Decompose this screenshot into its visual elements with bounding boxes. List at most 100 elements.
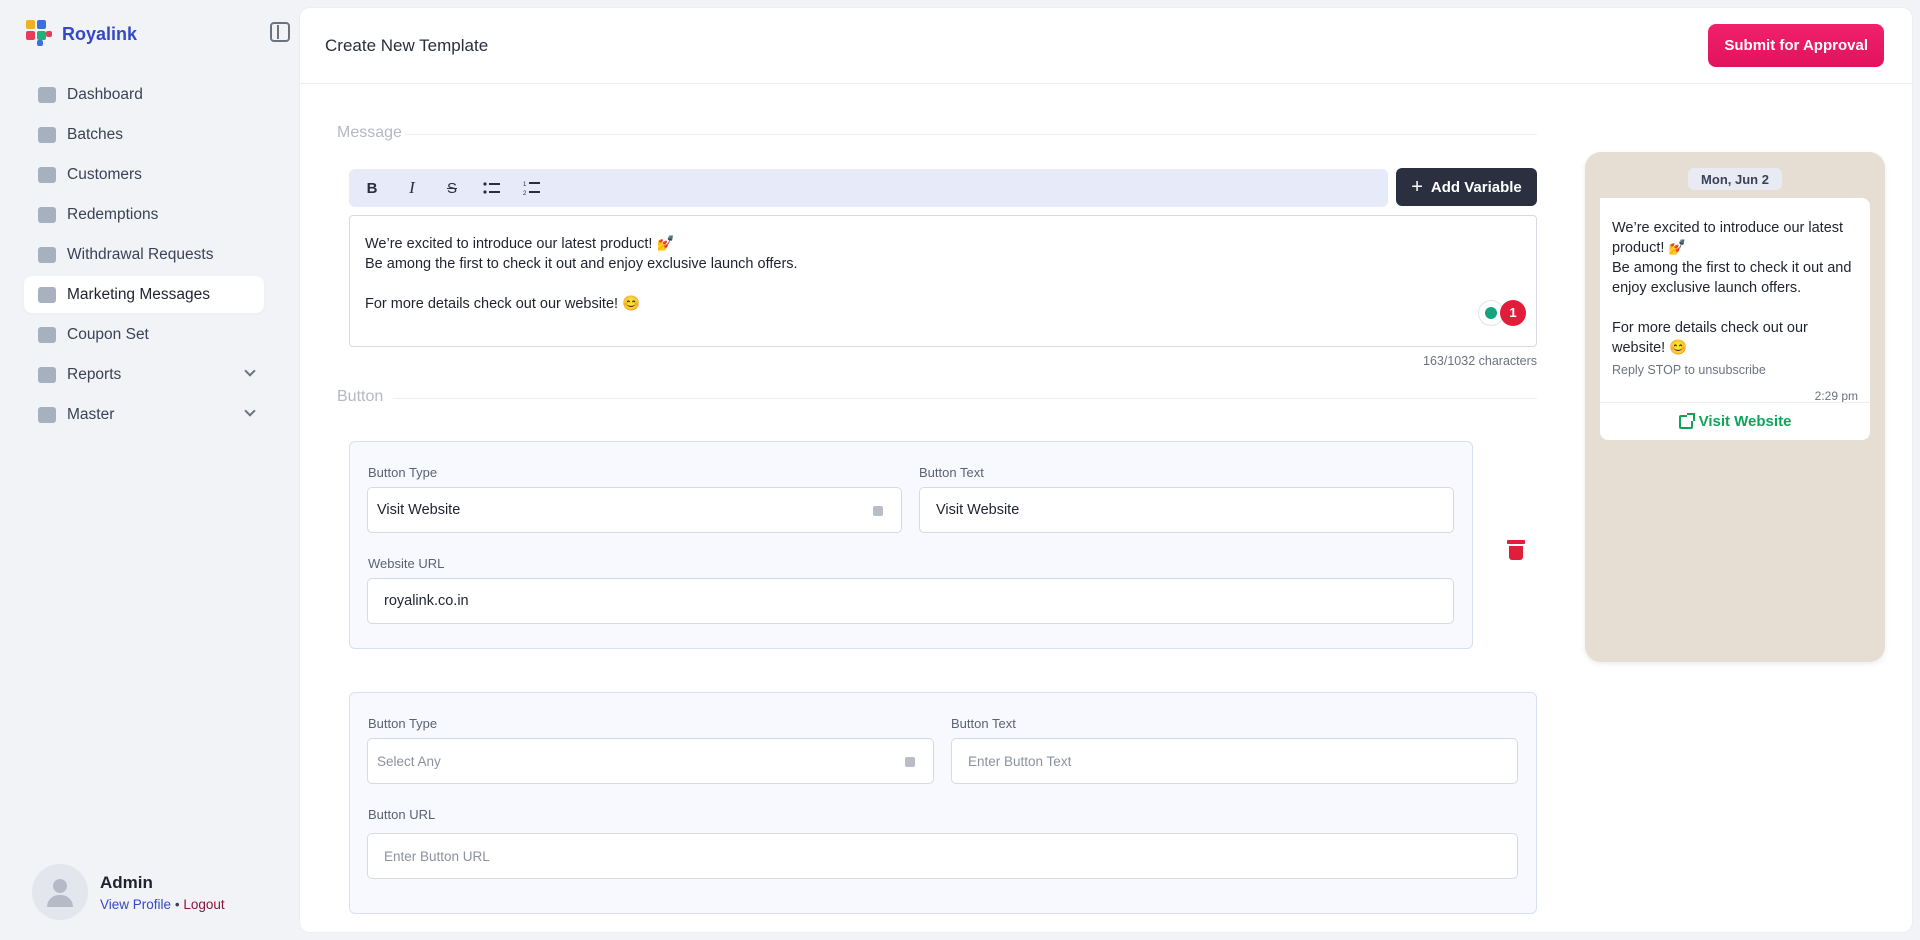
svg-text:2: 2 (523, 191, 527, 196)
batches-icon (38, 126, 56, 143)
profile-name: Admin (100, 872, 153, 892)
button-text-input[interactable]: Enter Button Text (951, 738, 1518, 784)
sidebar-item-withdrawal-requests[interactable]: Withdrawal Requests (24, 236, 264, 273)
button-text-label: Button Text (919, 465, 984, 480)
sidebar-item-batches[interactable]: Batches (24, 116, 264, 153)
chevron-down-icon[interactable] (244, 365, 256, 377)
button-section-label: Button (337, 388, 384, 405)
sidebar-item-label: Redemptions (67, 205, 159, 223)
sidebar-toggle-icon[interactable] (270, 22, 290, 42)
logo[interactable]: Royalink (24, 18, 137, 50)
italic-icon[interactable]: I (401, 177, 423, 199)
sidebar-item-label: Dashboard (67, 85, 143, 103)
preview-line: Be among the first to check it out and e… (1612, 260, 1852, 296)
sidebar-item-marketing-messages[interactable]: Marketing Messages (24, 276, 264, 313)
external-link-icon (1678, 412, 1695, 429)
button-type-select[interactable]: Visit Website (367, 487, 902, 533)
sidebar-item-label: Reports (67, 365, 122, 383)
logout-link[interactable]: Logout (183, 897, 224, 912)
numbered-list-icon[interactable]: 12 (521, 177, 543, 199)
issue-count-badge: 1 (1500, 300, 1526, 326)
preview-line: We’re excited to introduce our latest pr… (1612, 220, 1844, 256)
app-name: Royalink (62, 23, 138, 44)
button-url-input[interactable]: Enter Button URL (367, 833, 1518, 879)
website-url-label: Website URL (368, 556, 445, 571)
chevron-down-icon[interactable] (244, 405, 256, 417)
formatting-toolbar: B I S 12 (349, 169, 1388, 207)
customers-icon (38, 166, 56, 183)
button-text-placeholder: Enter Button Text (968, 753, 1072, 769)
sidebar-item-dashboard[interactable]: Dashboard (24, 76, 264, 113)
button-card (349, 692, 1537, 914)
button-type-value: Visit Website (377, 502, 461, 518)
sidebar-item-label: Withdrawal Requests (67, 245, 214, 263)
strikethrough-icon[interactable]: S (441, 177, 463, 199)
bold-icon[interactable]: B (361, 177, 383, 199)
sidebar-item-label: Master (67, 405, 115, 423)
redemptions-icon (38, 206, 56, 223)
sidebar-nav: Dashboard Batches Customers Redemptions … (24, 76, 264, 436)
button-text-label: Button Text (951, 716, 1016, 731)
chat-icon (38, 286, 56, 303)
main-panel: Create New Template Submit for Approval … (300, 8, 1912, 932)
sidebar-item-customers[interactable]: Customers (24, 156, 264, 193)
button-type-select[interactable]: Select Any (367, 738, 934, 784)
preview-footer: Reply STOP to unsubscribe (1612, 363, 1766, 377)
message-editor[interactable]: We’re excited to introduce our latest pr… (349, 215, 1537, 347)
sidebar-item-redemptions[interactable]: Redemptions (24, 196, 264, 233)
sidebar-item-label: Coupon Set (67, 325, 149, 343)
button-type-label: Button Type (368, 716, 438, 731)
editor-line: We’re excited to introduce our latest pr… (365, 236, 675, 252)
sidebar-item-label: Batches (67, 125, 124, 143)
sidebar-item-coupon-set[interactable]: Coupon Set (24, 316, 264, 353)
withdrawal-icon (38, 246, 56, 263)
message-preview: Mon, Jun 2 We’re excited to introduce ou… (1585, 152, 1885, 662)
divider (405, 134, 1537, 135)
trash-icon[interactable] (1505, 538, 1527, 564)
button-type-label: Button Type (368, 465, 438, 480)
preview-visit-website-button: Visit Website (1600, 402, 1870, 440)
page-title: Create New Template (325, 35, 489, 55)
royalink-logo-icon (24, 18, 56, 50)
editor-line: Be among the first to check it out and e… (365, 256, 798, 272)
user-profile: Admin View Profile • Logout (32, 864, 225, 920)
grammar-checker[interactable]: 1 (1478, 300, 1526, 326)
reports-icon (38, 366, 56, 383)
button-text-value: Visit Website (936, 502, 1020, 518)
preview-button-label: Visit Website (1698, 413, 1792, 430)
website-url-value: royalink.co.in (384, 593, 469, 609)
submit-for-approval-button[interactable]: Submit for Approval (1708, 24, 1884, 67)
preview-message-bubble: We’re excited to introduce our latest pr… (1600, 198, 1870, 414)
master-icon (38, 406, 56, 423)
svg-text:1: 1 (523, 182, 527, 188)
dropdown-icon (873, 506, 883, 516)
preview-date: Mon, Jun 2 (1688, 168, 1782, 190)
message-section-label: Message (337, 124, 402, 141)
preview-line: For more details check out our website! … (1612, 320, 1808, 356)
button-url-label: Button URL (368, 807, 436, 822)
plus-icon: + (1411, 175, 1423, 198)
button-type-placeholder: Select Any (377, 753, 441, 769)
page-header: Create New Template Submit for Approval (300, 8, 1912, 84)
sidebar-item-master[interactable]: Master (24, 396, 264, 433)
website-url-input[interactable]: royalink.co.in (367, 578, 1454, 624)
home-icon (38, 86, 56, 103)
editor-line (365, 274, 1521, 294)
add-variable-button[interactable]: + Add Variable (1396, 168, 1537, 206)
preview-line (1612, 298, 1858, 318)
add-variable-label: Add Variable (1430, 178, 1522, 196)
character-count: 163/1032 characters (1423, 354, 1537, 368)
button-text-input[interactable]: Visit Website (919, 487, 1454, 533)
button-url-placeholder: Enter Button URL (384, 848, 490, 864)
editor-line: For more details check out our website! … (365, 296, 641, 312)
sidebar: Royalink Dashboard Batches Customers Red… (0, 0, 298, 940)
sidebar-item-label: Marketing Messages (67, 285, 211, 303)
avatar[interactable] (32, 864, 88, 920)
dropdown-icon (905, 757, 915, 767)
sidebar-item-reports[interactable]: Reports (24, 356, 264, 393)
sidebar-item-label: Customers (67, 165, 142, 183)
coupon-icon (38, 326, 56, 343)
divider (393, 398, 1537, 399)
view-profile-link[interactable]: View Profile (100, 897, 171, 912)
bullet-list-icon[interactable] (481, 177, 503, 199)
